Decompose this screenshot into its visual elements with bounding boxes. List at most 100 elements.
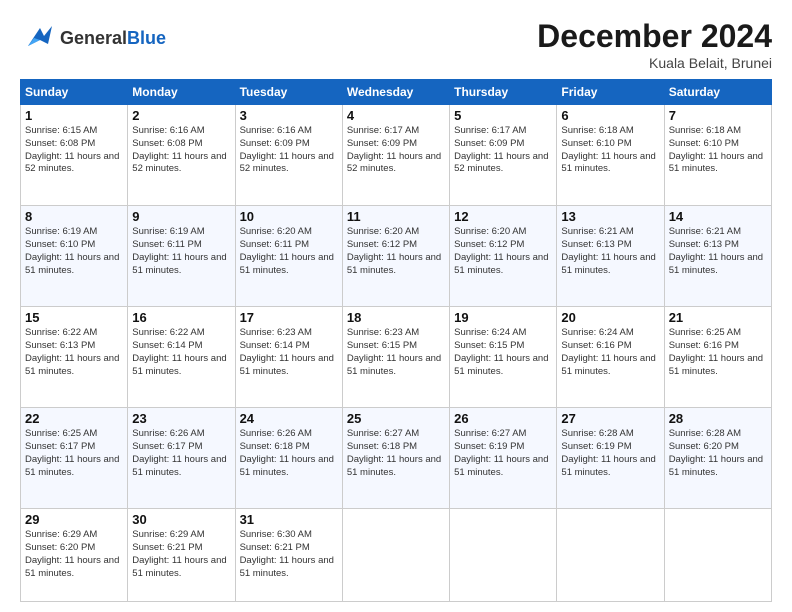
calendar-week-row: 8 Sunrise: 6:19 AMSunset: 6:10 PMDayligh… [21, 206, 772, 307]
day-number: 23 [132, 411, 230, 426]
calendar-empty [342, 509, 449, 602]
calendar-week-row: 1 Sunrise: 6:15 AMSunset: 6:08 PMDayligh… [21, 105, 772, 206]
day-info: Sunrise: 6:20 AMSunset: 6:12 PMDaylight:… [347, 226, 445, 277]
calendar-day: 21 Sunrise: 6:25 AMSunset: 6:16 PMDaylig… [664, 307, 771, 408]
calendar-day: 28 Sunrise: 6:28 AMSunset: 6:20 PMDaylig… [664, 408, 771, 509]
day-number: 5 [454, 108, 552, 123]
day-info: Sunrise: 6:23 AMSunset: 6:14 PMDaylight:… [240, 327, 338, 378]
day-number: 24 [240, 411, 338, 426]
calendar-day: 11 Sunrise: 6:20 AMSunset: 6:12 PMDaylig… [342, 206, 449, 307]
day-number: 21 [669, 310, 767, 325]
day-info: Sunrise: 6:16 AMSunset: 6:09 PMDaylight:… [240, 125, 338, 176]
header-saturday: Saturday [664, 80, 771, 105]
day-info: Sunrise: 6:22 AMSunset: 6:13 PMDaylight:… [25, 327, 123, 378]
calendar-day: 1 Sunrise: 6:15 AMSunset: 6:08 PMDayligh… [21, 105, 128, 206]
day-number: 13 [561, 209, 659, 224]
day-info: Sunrise: 6:16 AMSunset: 6:08 PMDaylight:… [132, 125, 230, 176]
calendar-day: 10 Sunrise: 6:20 AMSunset: 6:11 PMDaylig… [235, 206, 342, 307]
calendar-empty [557, 509, 664, 602]
day-number: 22 [25, 411, 123, 426]
day-number: 27 [561, 411, 659, 426]
calendar-week-row: 22 Sunrise: 6:25 AMSunset: 6:17 PMDaylig… [21, 408, 772, 509]
header-wednesday: Wednesday [342, 80, 449, 105]
calendar-day: 4 Sunrise: 6:17 AMSunset: 6:09 PMDayligh… [342, 105, 449, 206]
calendar-day: 27 Sunrise: 6:28 AMSunset: 6:19 PMDaylig… [557, 408, 664, 509]
day-number: 2 [132, 108, 230, 123]
day-number: 12 [454, 209, 552, 224]
day-number: 10 [240, 209, 338, 224]
day-number: 26 [454, 411, 552, 426]
header-tuesday: Tuesday [235, 80, 342, 105]
day-info: Sunrise: 6:24 AMSunset: 6:15 PMDaylight:… [454, 327, 552, 378]
day-number: 3 [240, 108, 338, 123]
day-info: Sunrise: 6:17 AMSunset: 6:09 PMDaylight:… [454, 125, 552, 176]
calendar-day: 13 Sunrise: 6:21 AMSunset: 6:13 PMDaylig… [557, 206, 664, 307]
weekday-header-row: Sunday Monday Tuesday Wednesday Thursday… [21, 80, 772, 105]
month-title: December 2024 [537, 18, 772, 55]
logo-text: GeneralBlue [60, 29, 166, 49]
day-info: Sunrise: 6:18 AMSunset: 6:10 PMDaylight:… [669, 125, 767, 176]
day-info: Sunrise: 6:28 AMSunset: 6:20 PMDaylight:… [669, 428, 767, 479]
day-number: 29 [25, 512, 123, 527]
day-info: Sunrise: 6:21 AMSunset: 6:13 PMDaylight:… [561, 226, 659, 277]
logo: GeneralBlue [20, 18, 166, 59]
day-info: Sunrise: 6:20 AMSunset: 6:12 PMDaylight:… [454, 226, 552, 277]
calendar-day: 3 Sunrise: 6:16 AMSunset: 6:09 PMDayligh… [235, 105, 342, 206]
calendar-day: 8 Sunrise: 6:19 AMSunset: 6:10 PMDayligh… [21, 206, 128, 307]
calendar-day: 29 Sunrise: 6:29 AMSunset: 6:20 PMDaylig… [21, 509, 128, 602]
day-info: Sunrise: 6:26 AMSunset: 6:18 PMDaylight:… [240, 428, 338, 479]
day-info: Sunrise: 6:18 AMSunset: 6:10 PMDaylight:… [561, 125, 659, 176]
day-number: 25 [347, 411, 445, 426]
day-info: Sunrise: 6:23 AMSunset: 6:15 PMDaylight:… [347, 327, 445, 378]
logo-blue: Blue [127, 28, 166, 48]
day-info: Sunrise: 6:30 AMSunset: 6:21 PMDaylight:… [240, 529, 338, 580]
calendar-day: 7 Sunrise: 6:18 AMSunset: 6:10 PMDayligh… [664, 105, 771, 206]
day-info: Sunrise: 6:24 AMSunset: 6:16 PMDaylight:… [561, 327, 659, 378]
calendar-week-row: 29 Sunrise: 6:29 AMSunset: 6:20 PMDaylig… [21, 509, 772, 602]
day-info: Sunrise: 6:17 AMSunset: 6:09 PMDaylight:… [347, 125, 445, 176]
calendar-day: 23 Sunrise: 6:26 AMSunset: 6:17 PMDaylig… [128, 408, 235, 509]
day-number: 16 [132, 310, 230, 325]
calendar-empty [450, 509, 557, 602]
day-number: 6 [561, 108, 659, 123]
day-info: Sunrise: 6:27 AMSunset: 6:19 PMDaylight:… [454, 428, 552, 479]
header: GeneralBlue December 2024 Kuala Belait, … [20, 18, 772, 71]
day-info: Sunrise: 6:20 AMSunset: 6:11 PMDaylight:… [240, 226, 338, 277]
day-number: 20 [561, 310, 659, 325]
calendar-week-row: 15 Sunrise: 6:22 AMSunset: 6:13 PMDaylig… [21, 307, 772, 408]
day-info: Sunrise: 6:25 AMSunset: 6:16 PMDaylight:… [669, 327, 767, 378]
day-number: 14 [669, 209, 767, 224]
calendar-day: 9 Sunrise: 6:19 AMSunset: 6:11 PMDayligh… [128, 206, 235, 307]
header-monday: Monday [128, 80, 235, 105]
calendar-day: 14 Sunrise: 6:21 AMSunset: 6:13 PMDaylig… [664, 206, 771, 307]
logo-icon [20, 18, 56, 59]
calendar-day: 19 Sunrise: 6:24 AMSunset: 6:15 PMDaylig… [450, 307, 557, 408]
calendar-day: 20 Sunrise: 6:24 AMSunset: 6:16 PMDaylig… [557, 307, 664, 408]
calendar-empty [664, 509, 771, 602]
day-number: 8 [25, 209, 123, 224]
calendar-day: 22 Sunrise: 6:25 AMSunset: 6:17 PMDaylig… [21, 408, 128, 509]
calendar-day: 5 Sunrise: 6:17 AMSunset: 6:09 PMDayligh… [450, 105, 557, 206]
calendar-day: 2 Sunrise: 6:16 AMSunset: 6:08 PMDayligh… [128, 105, 235, 206]
day-number: 1 [25, 108, 123, 123]
day-info: Sunrise: 6:25 AMSunset: 6:17 PMDaylight:… [25, 428, 123, 479]
day-number: 11 [347, 209, 445, 224]
logo-general: General [60, 28, 127, 48]
calendar-day: 31 Sunrise: 6:30 AMSunset: 6:21 PMDaylig… [235, 509, 342, 602]
day-number: 28 [669, 411, 767, 426]
day-number: 30 [132, 512, 230, 527]
day-number: 19 [454, 310, 552, 325]
day-info: Sunrise: 6:26 AMSunset: 6:17 PMDaylight:… [132, 428, 230, 479]
calendar-day: 15 Sunrise: 6:22 AMSunset: 6:13 PMDaylig… [21, 307, 128, 408]
day-info: Sunrise: 6:15 AMSunset: 6:08 PMDaylight:… [25, 125, 123, 176]
day-number: 7 [669, 108, 767, 123]
day-number: 31 [240, 512, 338, 527]
calendar-day: 24 Sunrise: 6:26 AMSunset: 6:18 PMDaylig… [235, 408, 342, 509]
title-block: December 2024 Kuala Belait, Brunei [537, 18, 772, 71]
location: Kuala Belait, Brunei [537, 55, 772, 71]
day-info: Sunrise: 6:22 AMSunset: 6:14 PMDaylight:… [132, 327, 230, 378]
calendar-day: 17 Sunrise: 6:23 AMSunset: 6:14 PMDaylig… [235, 307, 342, 408]
day-info: Sunrise: 6:29 AMSunset: 6:20 PMDaylight:… [25, 529, 123, 580]
calendar-page: GeneralBlue December 2024 Kuala Belait, … [0, 0, 792, 612]
day-number: 17 [240, 310, 338, 325]
